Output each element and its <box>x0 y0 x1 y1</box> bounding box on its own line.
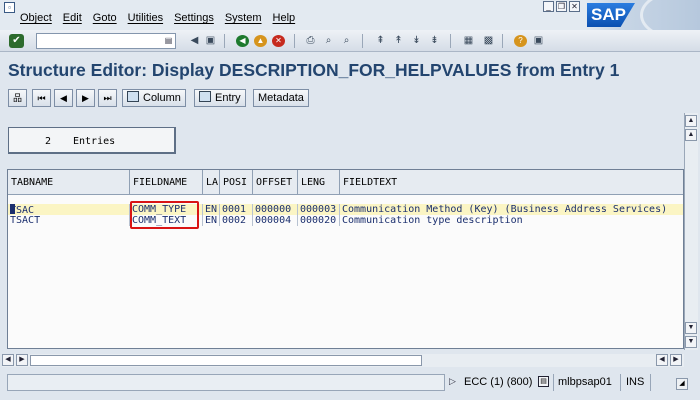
page-title: Structure Editor: Display DESCRIPTION_FO… <box>8 60 620 80</box>
close-icon[interactable]: ✕ <box>569 1 580 12</box>
next-entry-icon[interactable]: ▶ <box>76 89 95 107</box>
cell-length[interactable]: 000003 <box>298 204 340 215</box>
column-header-fieldtext[interactable]: FIELDTEXT <box>340 170 683 195</box>
previous-entry-icon[interactable]: ◀ <box>54 89 73 107</box>
new-session-icon[interactable]: ▦ <box>462 35 475 47</box>
menu-utilities[interactable]: Utilities <box>128 12 163 24</box>
first-page-icon[interactable]: ⇞ <box>374 35 387 47</box>
enter-icon[interactable]: ✔ <box>9 34 24 48</box>
entries-count-box: 2 Entries <box>8 127 176 154</box>
save-icon[interactable]: ▣ <box>204 35 217 47</box>
cell-length[interactable]: 000020 <box>298 215 340 226</box>
cancel-icon[interactable]: ✕ <box>272 35 285 47</box>
entry-icon <box>199 91 211 102</box>
shortcut-icon[interactable]: ▩ <box>482 35 495 47</box>
find-icon[interactable]: ⌕ <box>322 35 335 47</box>
first-entry-icon[interactable]: ⏮ <box>32 89 51 107</box>
menu-object[interactable]: Object <box>20 12 52 24</box>
menu-list: Object Edit Goto Utilities Settings Syst… <box>20 12 306 24</box>
previous-page-icon[interactable]: ↟ <box>392 35 405 47</box>
system-info-icon[interactable]: ▤ <box>538 376 549 387</box>
entry-table: TABNAME FIELDNAME LA POSI OFFSET LENG FI… <box>7 169 684 349</box>
horizontal-scrollbar[interactable]: ◀ ▶ ◀ ▶ <box>2 354 684 367</box>
fieldname-highlight-box <box>130 201 199 229</box>
scroll-to-top-icon[interactable]: ▲ <box>685 115 697 127</box>
entries-count: 2 <box>45 136 52 147</box>
status-message-field <box>7 374 445 391</box>
status-expand-icon[interactable]: ▷ <box>449 376 456 387</box>
entries-label: Entries <box>73 136 116 147</box>
command-history-icon[interactable]: ▤ <box>164 35 173 47</box>
system-menu-icon[interactable]: ▫ <box>4 2 15 13</box>
find-next-icon[interactable]: ⌕ <box>340 35 353 47</box>
cell-language[interactable]: EN <box>203 215 220 226</box>
hierarchy-icon[interactable]: 品 <box>8 89 27 107</box>
cell-offset[interactable]: 000000 <box>253 204 298 215</box>
cell-tabname[interactable]: TSAC <box>8 204 130 216</box>
scroll-left-icon[interactable]: ◀ <box>2 354 14 366</box>
scroll-to-bottom-icon[interactable]: ▼ <box>685 336 697 348</box>
column-header-fieldname[interactable]: FIELDNAME <box>130 170 203 195</box>
application-toolbar: 品 ⏮ ◀ ▶ ⏭ Column Entry Metadata <box>0 86 700 110</box>
cell-offset[interactable]: 000004 <box>253 215 298 226</box>
window-controls: _ ❐ ✕ <box>543 1 580 12</box>
last-entry-icon[interactable]: ⏭ <box>98 89 117 107</box>
horizontal-scroll-thumb[interactable] <box>30 355 422 366</box>
exit-icon[interactable]: ▲ <box>254 35 267 47</box>
menu-help[interactable]: Help <box>273 12 296 24</box>
metadata-button[interactable]: Metadata <box>253 89 309 107</box>
restore-icon[interactable]: ❐ <box>556 1 567 12</box>
scroll-left-end-icon[interactable]: ◀ <box>656 354 668 366</box>
sap-logo: SAP <box>585 0 700 30</box>
cell-tabname[interactable]: TSACT <box>8 215 130 226</box>
column-icon <box>127 91 139 102</box>
next-page-icon[interactable]: ↡ <box>410 35 423 47</box>
cell-fieldtext[interactable]: Communication Method (Key) (Business Add… <box>340 204 683 215</box>
scroll-up-icon[interactable]: ▲ <box>685 129 697 141</box>
vertical-scrollbar[interactable]: ▲ ▲ ▼ ▼ <box>684 113 698 350</box>
cell-language[interactable]: EN <box>203 204 220 215</box>
sap-logo-text: SAP <box>591 5 626 24</box>
scroll-right-start-icon[interactable]: ▶ <box>16 354 28 366</box>
print-icon[interactable]: ⎙ <box>304 35 317 47</box>
help-icon[interactable]: ? <box>514 35 527 47</box>
server-name: mlbpsap01 <box>558 376 612 388</box>
menu-system[interactable]: System <box>225 12 262 24</box>
standard-toolbar: ✔ ▤ ◀ ▣ ◀ ▲ ✕ ⎙ ⌕ ⌕ ⇞ ↟ ↡ ⇟ ▦ ▩ ? ▣ <box>0 30 700 52</box>
customize-layout-icon[interactable]: ▣ <box>532 35 545 47</box>
cell-position[interactable]: 0001 <box>220 204 253 215</box>
table-row[interactable]: TSACT COMM_TEXT EN 0002 000004 000020 Co… <box>8 215 683 226</box>
column-button[interactable]: Column <box>122 89 186 107</box>
collapse-command-icon[interactable]: ◀ <box>188 35 201 47</box>
scroll-down-icon[interactable]: ▼ <box>685 322 697 334</box>
resize-grip-icon[interactable]: ◢ <box>676 378 688 390</box>
insert-mode: INS <box>626 376 645 388</box>
back-icon[interactable]: ◀ <box>236 35 249 47</box>
status-bar: ▷ ECC (1) (800) ▤ mlbpsap01 INS ◢ <box>0 370 700 400</box>
table-row[interactable]: TSAC COMM_TYPE EN 0001 000000 000003 Com… <box>8 204 683 216</box>
cell-position[interactable]: 0002 <box>220 215 253 226</box>
minimize-icon[interactable]: _ <box>543 1 554 12</box>
menu-settings[interactable]: Settings <box>174 12 214 24</box>
column-header-tabname[interactable]: TABNAME <box>8 170 130 195</box>
entry-button[interactable]: Entry <box>194 89 246 107</box>
column-header-position[interactable]: POSI <box>220 170 253 195</box>
system-info[interactable]: ECC (1) (800) <box>464 376 532 388</box>
scroll-right-icon[interactable]: ▶ <box>670 354 682 366</box>
column-header-language[interactable]: LA <box>203 170 220 195</box>
command-field[interactable]: ▤ <box>36 33 176 49</box>
menu-bar: ▫ Object Edit Goto Utilities Settings Sy… <box>0 0 700 30</box>
cell-fieldtext[interactable]: Communication type description <box>340 215 683 226</box>
table-header: TABNAME FIELDNAME LA POSI OFFSET LENG FI… <box>8 170 683 195</box>
menu-goto[interactable]: Goto <box>93 12 117 24</box>
last-page-icon[interactable]: ⇟ <box>428 35 441 47</box>
menu-edit[interactable]: Edit <box>63 12 82 24</box>
column-header-length[interactable]: LENG <box>298 170 340 195</box>
column-header-offset[interactable]: OFFSET <box>253 170 298 195</box>
